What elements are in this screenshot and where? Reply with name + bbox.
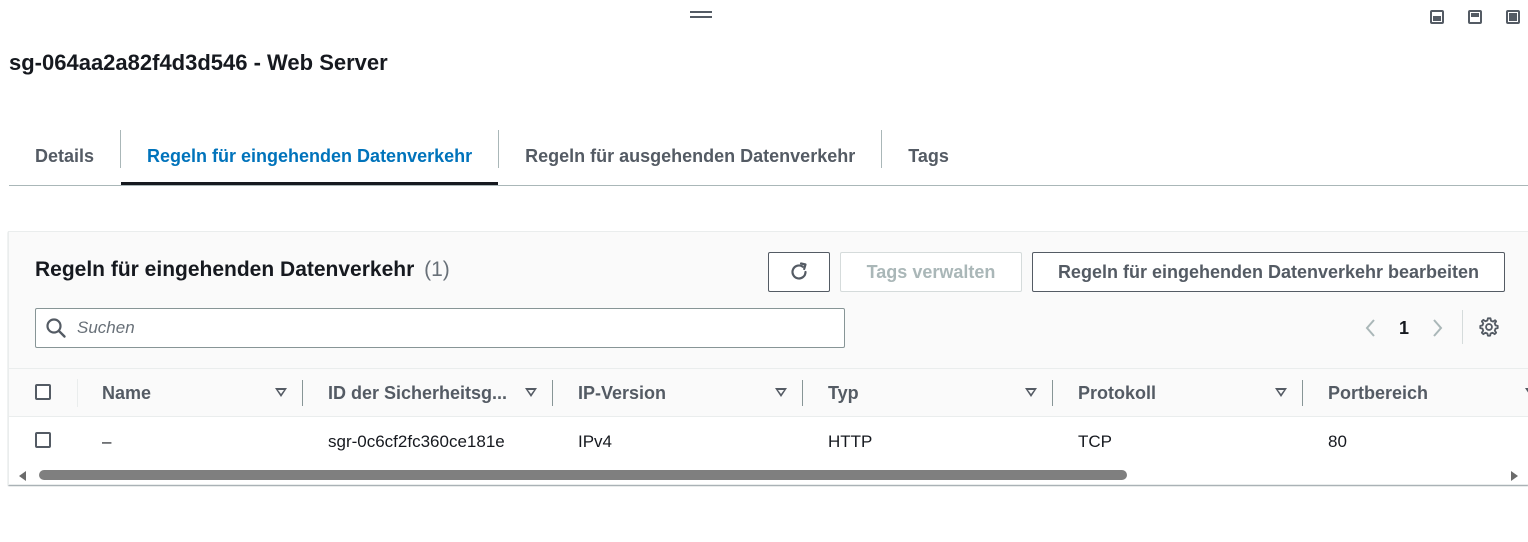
- cell-port-range: 80: [1328, 431, 1347, 451]
- refresh-button[interactable]: [768, 252, 830, 292]
- tab-bar: Details Regeln für eingehenden Datenverk…: [9, 128, 1528, 186]
- tab-details[interactable]: Details: [9, 128, 120, 184]
- security-group-details-pane: sg-064aa2a82f4d3d546 - Web Server Detail…: [0, 0, 1528, 542]
- page-title: sg-064aa2a82f4d3d546 - Web Server: [9, 50, 388, 75]
- panel-title-text: Regeln für eingehenden Datenverkehr: [35, 258, 415, 281]
- chevron-right-icon: [1433, 319, 1443, 337]
- sort-caret-icon[interactable]: [525, 388, 537, 397]
- pagination: 1: [1359, 314, 1449, 342]
- sort-caret-icon[interactable]: [775, 388, 787, 397]
- previous-page-button[interactable]: [1359, 314, 1381, 342]
- layout-bottom-icon[interactable]: [1430, 10, 1444, 24]
- panel-header: Regeln für eingehenden Datenverkehr (1) …: [9, 232, 1528, 368]
- cell-type: HTTP: [828, 431, 873, 451]
- layout-buttons: [1430, 10, 1520, 24]
- sort-caret-icon[interactable]: [275, 388, 287, 397]
- cell-ip-version: IPv4: [578, 431, 613, 451]
- pager-divider: [1462, 310, 1463, 344]
- panel-title: Regeln für eingehenden Datenverkehr (1): [35, 258, 450, 282]
- column-header-rule-id[interactable]: ID der Sicherheitsg...: [303, 369, 553, 417]
- scrollbar-thumb[interactable]: [39, 470, 1127, 480]
- settings-gear-icon[interactable]: [1478, 316, 1500, 338]
- layout-split-icon[interactable]: [1468, 10, 1482, 24]
- column-header-protocol[interactable]: Protokoll: [1053, 369, 1303, 417]
- cell-name: –: [102, 431, 112, 451]
- tab-tags[interactable]: Tags: [882, 128, 975, 184]
- column-header-name[interactable]: Name: [77, 369, 303, 417]
- cell-rule-id: sgr-0c6cf2fc360ce181e: [328, 431, 505, 451]
- cell-protocol: TCP: [1078, 431, 1112, 451]
- search-field[interactable]: [35, 308, 845, 348]
- table-row[interactable]: – sgr-0c6cf2fc360ce181e IPv4 HTTP TCP 80: [9, 417, 1528, 466]
- manage-tags-button[interactable]: Tags verwalten: [840, 252, 1022, 292]
- scroll-right-arrow-icon[interactable]: [1511, 471, 1518, 481]
- sort-caret-icon[interactable]: [1275, 388, 1287, 397]
- search-icon: [46, 318, 66, 338]
- row-checkbox[interactable]: [35, 432, 51, 448]
- horizontal-scrollbar[interactable]: [9, 466, 1528, 484]
- search-input[interactable]: [75, 312, 844, 344]
- edit-inbound-rules-button[interactable]: Regeln für eingehenden Datenverkehr bear…: [1032, 252, 1505, 292]
- tab-inbound-rules[interactable]: Regeln für eingehenden Datenverkehr: [121, 128, 499, 185]
- refresh-icon: [791, 262, 807, 280]
- scroll-left-arrow-icon[interactable]: [19, 471, 26, 481]
- table-header: Name ID der Sicherheitsg... IP-Version T…: [9, 368, 1528, 417]
- inbound-rules-panel: Regeln für eingehenden Datenverkehr (1) …: [8, 231, 1528, 485]
- sort-caret-icon[interactable]: [1025, 388, 1037, 397]
- chevron-left-icon: [1365, 319, 1375, 337]
- column-header-type[interactable]: Typ: [803, 369, 1053, 417]
- column-header-port-range[interactable]: Portbereich: [1303, 369, 1528, 417]
- current-page-number[interactable]: 1: [1381, 318, 1427, 339]
- tab-outbound-rules[interactable]: Regeln für ausgehenden Datenverkehr: [499, 128, 881, 184]
- rule-count: (1): [424, 258, 450, 281]
- select-all-checkbox[interactable]: [35, 384, 51, 400]
- drag-handle-icon[interactable]: [690, 11, 712, 20]
- column-header-ip-version[interactable]: IP-Version: [553, 369, 803, 417]
- next-page-button[interactable]: [1427, 314, 1449, 342]
- layout-full-icon[interactable]: [1506, 10, 1520, 24]
